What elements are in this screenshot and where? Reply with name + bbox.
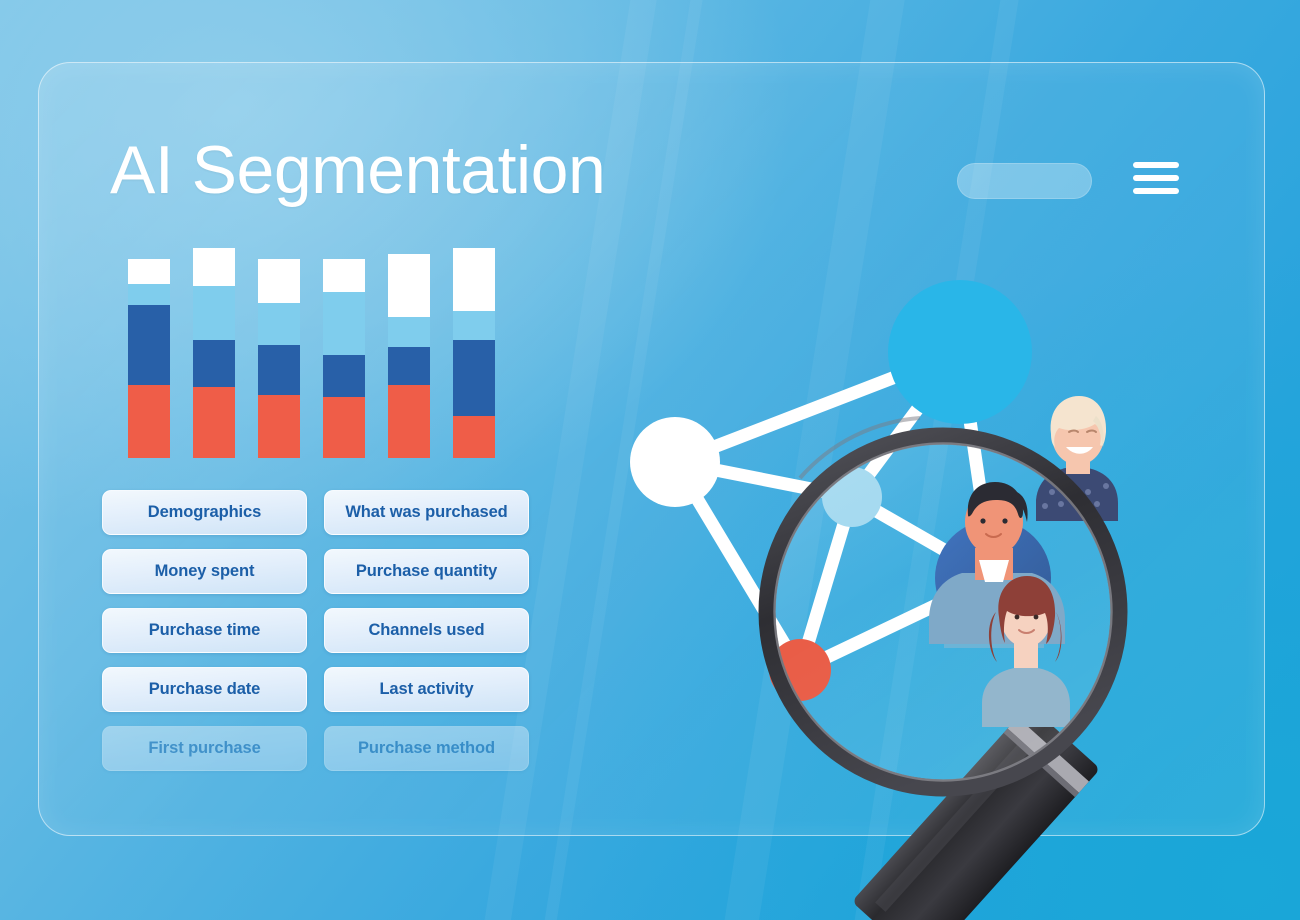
bar-segment: [128, 258, 170, 284]
hamburger-menu-icon[interactable]: [1133, 162, 1179, 200]
bar-column: [258, 258, 300, 458]
attribute-chip-purchase-quantity[interactable]: Purchase quantity: [324, 549, 529, 594]
bar-column: [323, 258, 365, 458]
bar-segment: [388, 317, 430, 347]
attribute-chip-last-activity[interactable]: Last activity: [324, 667, 529, 712]
menu-bar-2: [1133, 175, 1179, 181]
bar-segment: [323, 355, 365, 398]
bar-segment: [193, 285, 235, 341]
bar-segment: [388, 346, 430, 385]
attribute-chip-purchase-time[interactable]: Purchase time: [102, 608, 307, 653]
search-input[interactable]: [957, 163, 1092, 199]
bar-segment: [128, 384, 170, 458]
bar-segment: [323, 397, 365, 458]
chip-row: Money spent Purchase quantity: [102, 549, 542, 594]
bar-segment: [453, 340, 495, 416]
chip-row: First purchase Purchase method: [102, 726, 542, 771]
bar-column: [453, 248, 495, 458]
bar-column: [388, 254, 430, 458]
bar-segment: [323, 258, 365, 293]
bar-segment: [453, 416, 495, 458]
bar-segment: [258, 302, 300, 345]
attribute-chip-channels-used[interactable]: Channels used: [324, 608, 529, 653]
bar-segment: [258, 258, 300, 303]
attribute-chip-what-was-purchased[interactable]: What was purchased: [324, 490, 529, 535]
bar-segment: [193, 248, 235, 286]
attribute-chip-purchase-date[interactable]: Purchase date: [102, 667, 307, 712]
attribute-chip-grid: Demographics What was purchased Money spen…: [102, 490, 542, 785]
attribute-chip-money-spent[interactable]: Money spent: [102, 549, 307, 594]
bar-segment: [388, 254, 430, 318]
bar-segment: [193, 386, 235, 458]
bar-segment: [258, 395, 300, 458]
bar-segment: [388, 384, 430, 458]
bar-segment: [453, 311, 495, 341]
bar-segment: [258, 344, 300, 395]
page-title: AI Segmentation: [110, 132, 606, 208]
chip-row: Demographics What was purchased: [102, 490, 542, 535]
attribute-chip-first-purchase[interactable]: First purchase: [102, 726, 307, 771]
menu-bar-1: [1133, 162, 1179, 168]
menu-bar-3: [1133, 188, 1179, 194]
bar-segment: [453, 248, 495, 312]
attribute-chip-purchase-method[interactable]: Purchase method: [324, 726, 529, 771]
bar-segment: [128, 304, 170, 385]
segmentation-bar-chart: [128, 248, 498, 458]
bar-segment: [323, 292, 365, 356]
bar-segment: [128, 283, 170, 305]
chip-row: Purchase date Last activity: [102, 667, 542, 712]
chip-row: Purchase time Channels used: [102, 608, 542, 653]
bar-column: [128, 258, 170, 458]
bar-segment: [193, 340, 235, 387]
bar-column: [193, 248, 235, 458]
attribute-chip-demographics[interactable]: Demographics: [102, 490, 307, 535]
